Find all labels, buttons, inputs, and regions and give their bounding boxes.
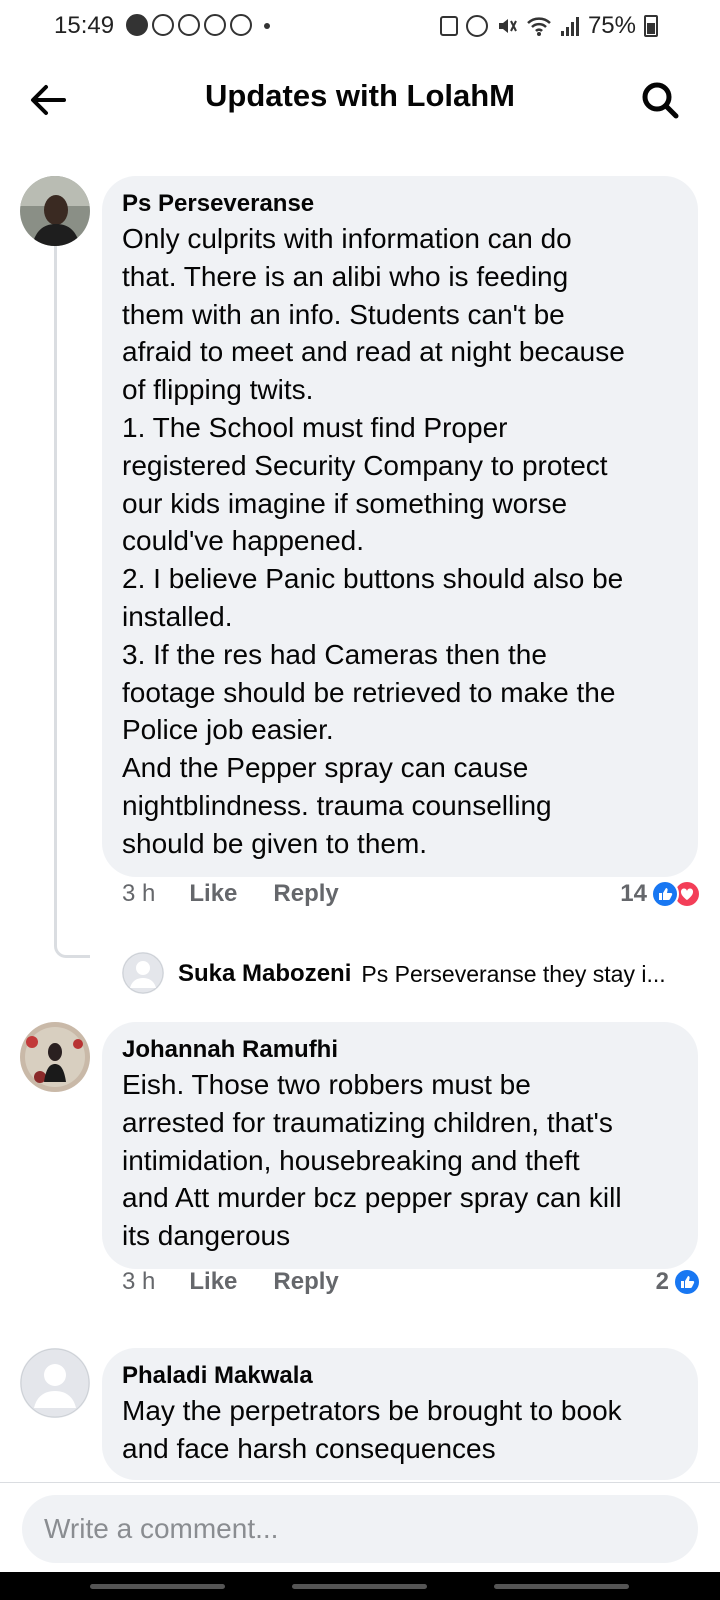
status-time: 15:49 bbox=[54, 12, 115, 39]
comment-bubble[interactable]: Ps Perseveranse Only culprits with infor… bbox=[102, 176, 698, 877]
recents-nav-button[interactable] bbox=[90, 1584, 225, 1589]
reaction-summary[interactable]: 2 bbox=[656, 1268, 701, 1296]
avatar[interactable] bbox=[20, 1348, 90, 1418]
comment-timestamp[interactable]: 3 h bbox=[122, 1268, 155, 1296]
battery-icon bbox=[644, 15, 658, 37]
composer-divider bbox=[0, 1482, 720, 1483]
notification-icons bbox=[126, 14, 270, 36]
comment-input[interactable] bbox=[22, 1495, 698, 1563]
signal-icon bbox=[560, 17, 579, 36]
like-button[interactable]: Like bbox=[189, 1268, 237, 1296]
comment-actions: 3 h Like Reply 2 bbox=[122, 1264, 701, 1300]
reaction-count: 14 bbox=[620, 880, 647, 907]
system-icons: 75% bbox=[439, 12, 658, 40]
thread-connector-line bbox=[54, 246, 90, 958]
comment-author[interactable]: Johannah Ramufhi bbox=[122, 1034, 678, 1066]
like-button[interactable]: Like bbox=[189, 880, 237, 908]
comment-timestamp[interactable]: 3 h bbox=[122, 880, 155, 908]
comment-author[interactable]: Ps Perseveranse bbox=[122, 188, 678, 220]
comment-actions: 3 h Like Reply 14 bbox=[122, 876, 701, 912]
reaction-summary[interactable]: 14 bbox=[620, 880, 701, 908]
alarm-icon bbox=[465, 15, 488, 37]
home-nav-button[interactable] bbox=[292, 1584, 427, 1589]
battery-percent: 75% bbox=[587, 12, 636, 39]
reply-text: Ps Perseveranse they stay i... bbox=[361, 960, 666, 987]
wifi-icon bbox=[527, 17, 551, 36]
comment-text: Only culprits with information can do th… bbox=[122, 223, 625, 859]
reaction-count: 2 bbox=[655, 1268, 669, 1295]
mute-icon bbox=[498, 19, 517, 33]
like-reaction-icon bbox=[673, 1268, 701, 1296]
search-button[interactable] bbox=[638, 78, 682, 122]
sync-icon bbox=[178, 14, 200, 36]
comment-bubble[interactable]: Phaladi Makwala May the perpetrators be … bbox=[102, 1348, 698, 1480]
profile-photo-icon bbox=[20, 176, 90, 246]
sync-icon bbox=[152, 14, 174, 36]
more-notifications-dot-icon bbox=[264, 23, 270, 29]
avatar[interactable] bbox=[20, 176, 90, 246]
sync-icon bbox=[230, 14, 252, 36]
comment-bubble[interactable]: Johannah Ramufhi Eish. Those two robbers… bbox=[102, 1022, 698, 1269]
reply-button[interactable]: Reply bbox=[273, 1268, 338, 1296]
avatar[interactable] bbox=[20, 1022, 90, 1092]
messenger-icon bbox=[126, 14, 148, 36]
reply-author: Suka Mabozeni bbox=[178, 960, 352, 987]
status-bar: 15:49 75% bbox=[0, 0, 720, 52]
sync-icon bbox=[204, 14, 226, 36]
search-icon bbox=[642, 82, 679, 119]
reply-button[interactable]: Reply bbox=[273, 880, 338, 908]
like-reaction-icon bbox=[651, 880, 679, 908]
comment-author[interactable]: Phaladi Makwala bbox=[122, 1360, 678, 1392]
system-navigation-bar bbox=[0, 1572, 720, 1600]
default-avatar-icon bbox=[20, 1348, 90, 1418]
comment-text: May the perpetrators be brought to book … bbox=[122, 1395, 622, 1464]
comment-text: Eish. Those two robbers must be arrested… bbox=[122, 1069, 622, 1252]
top-app-bar: Updates with LolahM bbox=[0, 60, 720, 136]
back-nav-button[interactable] bbox=[494, 1584, 629, 1589]
comment-composer bbox=[22, 1495, 698, 1563]
reply-preview[interactable]: Suka Mabozeni Ps Perseveranse they stay … bbox=[122, 952, 666, 996]
lock-icon bbox=[439, 16, 458, 36]
profile-photo-icon bbox=[20, 1022, 90, 1092]
page-title: Updates with LolahM bbox=[205, 78, 515, 113]
